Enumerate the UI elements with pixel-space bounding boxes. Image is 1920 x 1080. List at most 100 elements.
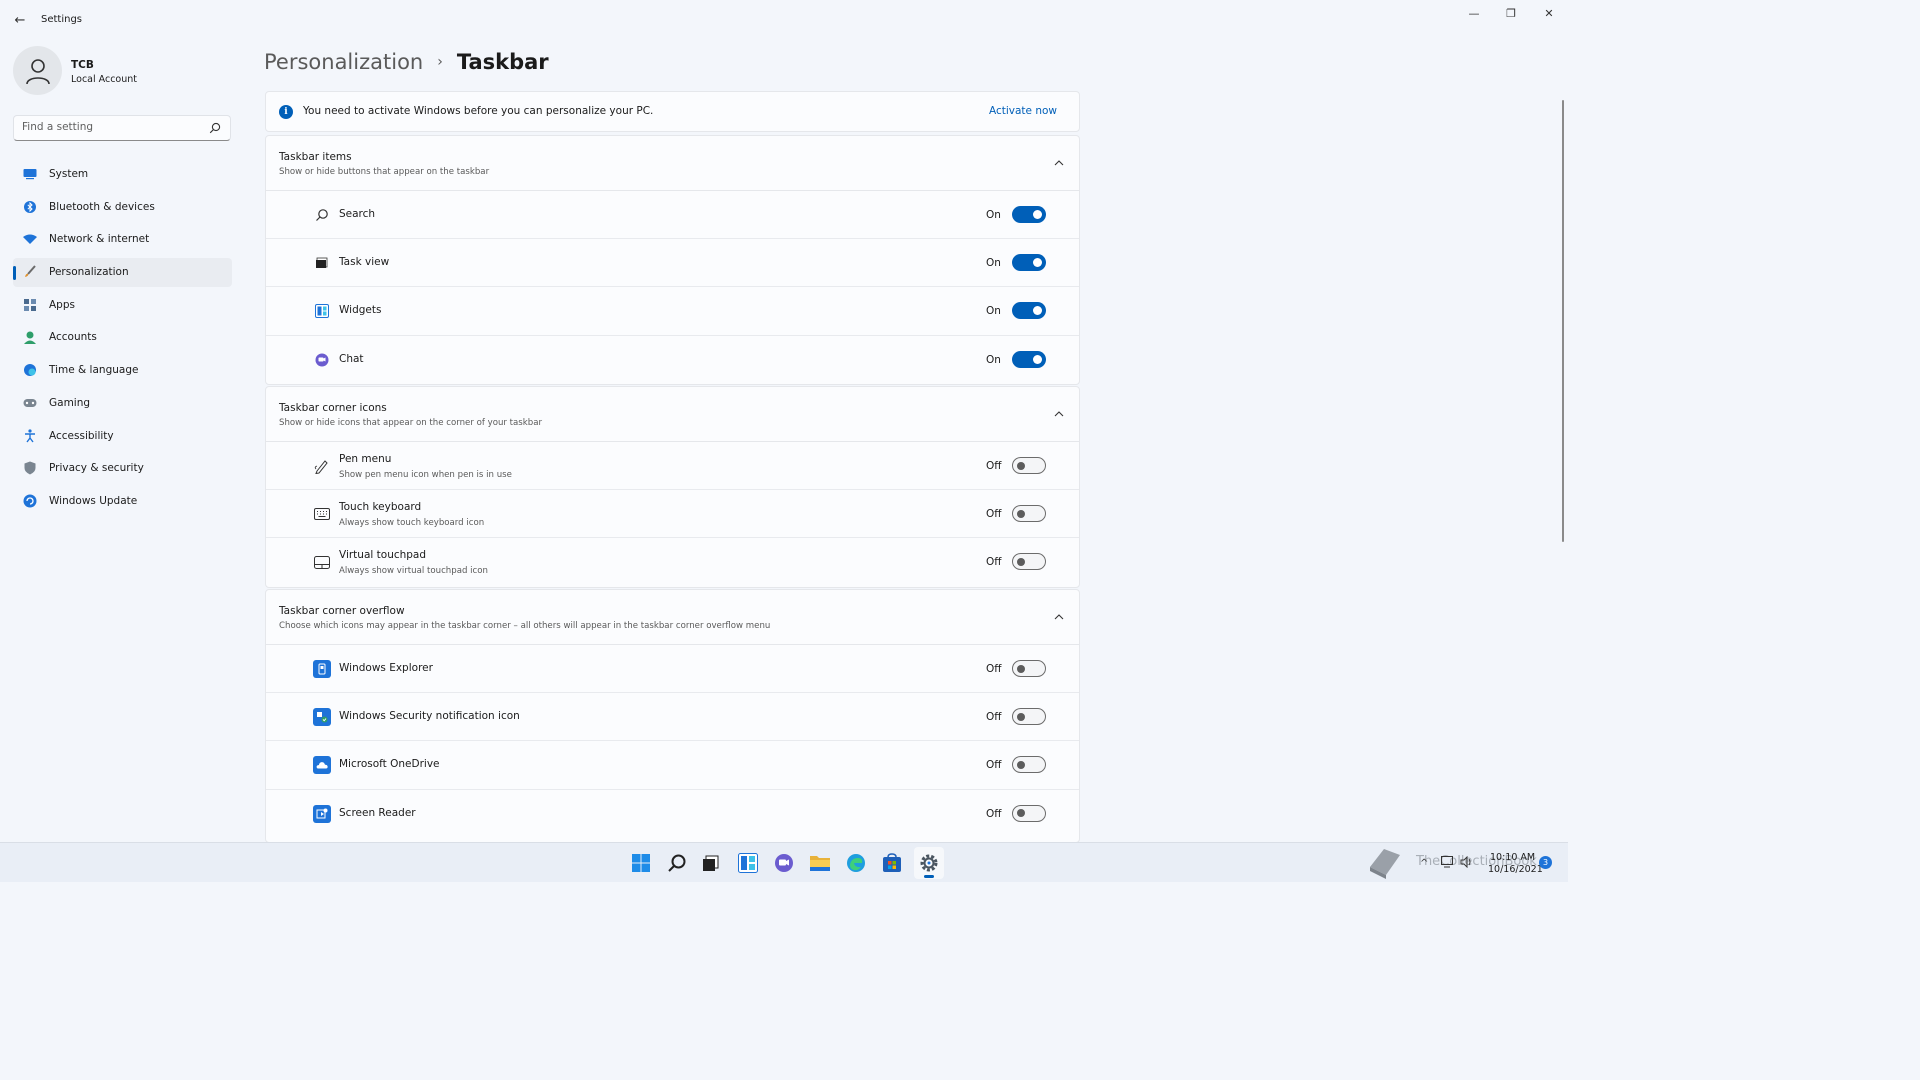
activate-now-link[interactable]: Activate now (989, 105, 1057, 117)
taskbar-chat-button[interactable] (772, 851, 796, 875)
shield-icon (23, 461, 37, 475)
search-toggle[interactable] (1012, 206, 1046, 223)
group-taskbar-items: Taskbar items Show or hide buttons that … (265, 135, 1080, 385)
sidebar-item-windows-update[interactable]: Windows Update (13, 487, 232, 516)
setting-row-virtual-touchpad: Virtual touchpad Always show virtual tou… (266, 538, 1079, 586)
person-icon (23, 330, 37, 344)
monitor-icon (23, 167, 37, 181)
folder-icon (810, 856, 830, 871)
setting-row-windows-explorer: Windows Explorer Off (266, 645, 1079, 694)
gamepad-icon (23, 396, 37, 410)
widgets-icon (738, 853, 758, 873)
scrollbar-thumb[interactable] (1562, 100, 1564, 542)
windows-security-toggle[interactable] (1012, 708, 1046, 726)
taskbar: TheCollectionBook ^ 10:10 AM 10/16/2021 … (0, 842, 1568, 882)
setting-row-touch-keyboard: Touch keyboard Always show touch keyboar… (266, 490, 1079, 539)
touchpad-icon (313, 553, 331, 571)
sidebar-item-personalization[interactable]: Personalization (13, 258, 232, 288)
group-header[interactable]: Taskbar corner icons Show or hide icons … (266, 387, 1079, 442)
chat-icon (775, 854, 793, 872)
breadcrumb: Personalization › Taskbar (264, 46, 549, 78)
virtual-touchpad-toggle[interactable] (1012, 553, 1046, 571)
chevron-up-icon[interactable] (1053, 157, 1065, 169)
back-button[interactable]: ← (10, 10, 30, 30)
windows-explorer-icon (313, 660, 331, 678)
setting-row-screen-reader: Screen Reader Off (266, 790, 1079, 838)
apps-icon (23, 298, 37, 312)
search-input[interactable] (22, 121, 202, 133)
chat-icon (313, 351, 331, 369)
setting-row-pen-menu: Pen menu Show pen menu icon when pen is … (266, 442, 1079, 491)
screen-reader-icon (313, 804, 331, 823)
tray-network-icon[interactable] (1441, 856, 1455, 871)
setting-row-widgets: Widgets On (266, 287, 1079, 336)
sidebar-item-system[interactable]: System (13, 160, 232, 189)
group-corner-overflow: Taskbar corner overflow Choose which ico… (265, 589, 1080, 843)
notification-badge[interactable]: 3 (1539, 856, 1552, 869)
sidebar-item-time-language[interactable]: Time & language (13, 356, 232, 385)
task-view-icon (703, 855, 719, 871)
tray-volume-icon[interactable] (1460, 855, 1474, 871)
minimize-button[interactable]: — (1456, 4, 1492, 22)
taskbar-file-explorer-button[interactable] (808, 851, 832, 875)
tray-chevron-icon[interactable]: ^ (1420, 858, 1428, 869)
group-header[interactable]: Taskbar corner overflow Choose which ico… (266, 590, 1079, 645)
taskbar-widgets-button[interactable] (736, 851, 760, 875)
app-title: Settings (41, 14, 83, 25)
taskbar-store-button[interactable] (880, 851, 904, 875)
start-button[interactable] (629, 851, 653, 875)
chat-toggle[interactable] (1012, 350, 1046, 368)
update-icon (23, 494, 37, 508)
setting-row-onedrive: Microsoft OneDrive Off (266, 741, 1079, 790)
pen-menu-toggle[interactable] (1012, 457, 1046, 474)
maximize-button[interactable]: ❐ (1493, 4, 1529, 22)
activation-banner: i You need to activate Windows before yo… (265, 91, 1080, 132)
sidebar-nav: System Bluetooth & devices Network & int… (13, 160, 232, 520)
sidebar-item-bluetooth[interactable]: Bluetooth & devices (13, 193, 232, 222)
book-icon (1364, 845, 1404, 881)
screen-reader-toggle[interactable] (1012, 804, 1046, 822)
gear-icon (920, 854, 938, 872)
onedrive-icon (313, 756, 331, 775)
sidebar-item-apps[interactable]: Apps (13, 291, 232, 320)
group-corner-icons: Taskbar corner icons Show or hide icons … (265, 386, 1080, 588)
chevron-up-icon[interactable] (1053, 611, 1065, 623)
sidebar-item-gaming[interactable]: Gaming (13, 389, 232, 418)
account-type: Local Account (71, 74, 137, 85)
search-icon[interactable] (209, 122, 221, 134)
widgets-icon (313, 302, 331, 320)
title-bar: ← Settings — ❐ ✕ (0, 0, 1568, 40)
sidebar-item-accounts[interactable]: Accounts (13, 323, 232, 352)
setting-row-search: Search On (266, 191, 1079, 240)
breadcrumb-parent[interactable]: Personalization (264, 50, 423, 74)
avatar[interactable] (13, 46, 62, 95)
widgets-toggle[interactable] (1012, 302, 1046, 320)
task-view-toggle[interactable] (1012, 254, 1046, 272)
chevron-up-icon[interactable] (1053, 408, 1065, 420)
restore-icon: ❐ (1506, 6, 1516, 20)
sidebar-item-accessibility[interactable]: Accessibility (13, 422, 232, 451)
taskbar-search-button[interactable] (665, 851, 689, 875)
sidebar-item-network[interactable]: Network & internet (13, 225, 232, 254)
close-button[interactable]: ✕ (1531, 4, 1567, 22)
edge-icon (847, 854, 865, 872)
taskbar-edge-button[interactable] (844, 851, 868, 875)
search-box[interactable] (13, 115, 231, 141)
page-title: Taskbar (456, 50, 549, 74)
banner-text: You need to activate Windows before you … (303, 105, 654, 117)
sidebar-item-privacy[interactable]: Privacy & security (13, 454, 232, 483)
pen-icon (313, 457, 331, 475)
taskbar-task-view-button[interactable] (699, 851, 723, 875)
clock-time[interactable]: 10:10 AM (1490, 852, 1535, 863)
taskbar-settings-button[interactable] (917, 851, 941, 875)
windows-explorer-toggle[interactable] (1012, 660, 1046, 677)
group-header[interactable]: Taskbar items Show or hide buttons that … (266, 136, 1079, 191)
keyboard-icon (313, 505, 331, 523)
onedrive-toggle[interactable] (1012, 756, 1046, 774)
windows-security-icon (313, 708, 331, 727)
wifi-icon (23, 232, 37, 246)
setting-row-task-view: Task view On (266, 239, 1079, 288)
info-icon: i (279, 105, 293, 119)
clock-date[interactable]: 10/16/2021 (1488, 864, 1543, 875)
touch-keyboard-toggle[interactable] (1012, 505, 1046, 523)
